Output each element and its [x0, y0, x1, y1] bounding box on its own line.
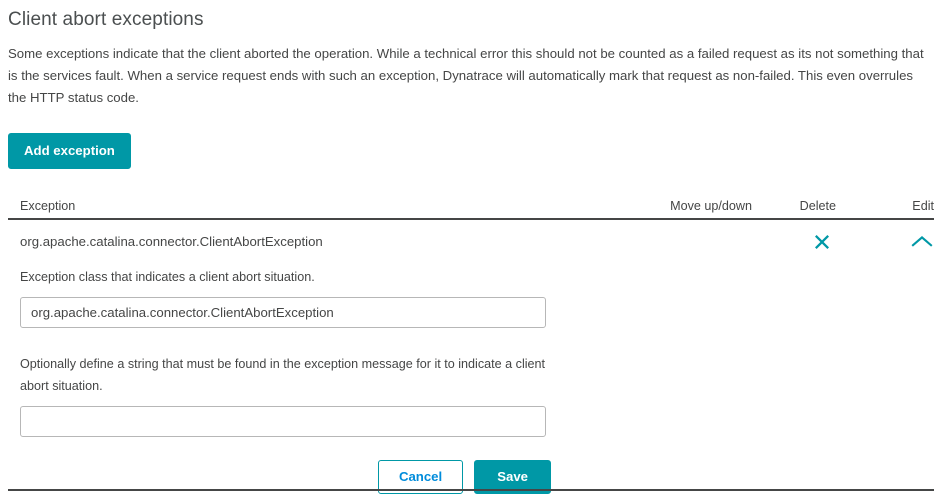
column-header-edit: Edit	[912, 199, 934, 214]
exception-class-label: Exception class that indicates a client …	[20, 270, 315, 285]
client-abort-exceptions-page: Client abort exceptions Some exceptions …	[0, 0, 938, 504]
exception-message-field-group: Optionally define a string that must be …	[20, 353, 934, 438]
edit-cell	[835, 233, 934, 251]
close-icon[interactable]	[812, 232, 832, 252]
delete-cell	[748, 232, 835, 252]
chevron-up-icon[interactable]	[911, 234, 933, 250]
exception-message-input[interactable]	[20, 406, 546, 438]
page-description: Some exceptions indicate that the client…	[8, 46, 924, 105]
column-header-move-up-down: Move up/down	[670, 199, 752, 214]
exception-class-field-group: Exception class that indicates a client …	[20, 266, 934, 329]
column-header-delete: Delete	[799, 199, 836, 214]
exception-name: org.apache.catalina.connector.ClientAbor…	[20, 234, 323, 250]
table-header-row: Exception Move up/down Delete Edit	[8, 199, 934, 221]
exceptions-table: Exception Move up/down Delete Edit org.a…	[8, 199, 934, 495]
exception-message-label: Optionally define a string that must be …	[20, 357, 546, 394]
column-header-exception: Exception	[20, 199, 76, 214]
table-row[interactable]: org.apache.catalina.connector.ClientAbor…	[8, 220, 934, 256]
exception-class-input[interactable]	[20, 297, 546, 329]
bottom-divider	[8, 489, 934, 491]
add-exception-button[interactable]: Add exception	[8, 133, 131, 170]
page-title: Client abort exceptions	[8, 9, 204, 30]
exception-detail-form: Exception class that indicates a client …	[8, 256, 934, 495]
